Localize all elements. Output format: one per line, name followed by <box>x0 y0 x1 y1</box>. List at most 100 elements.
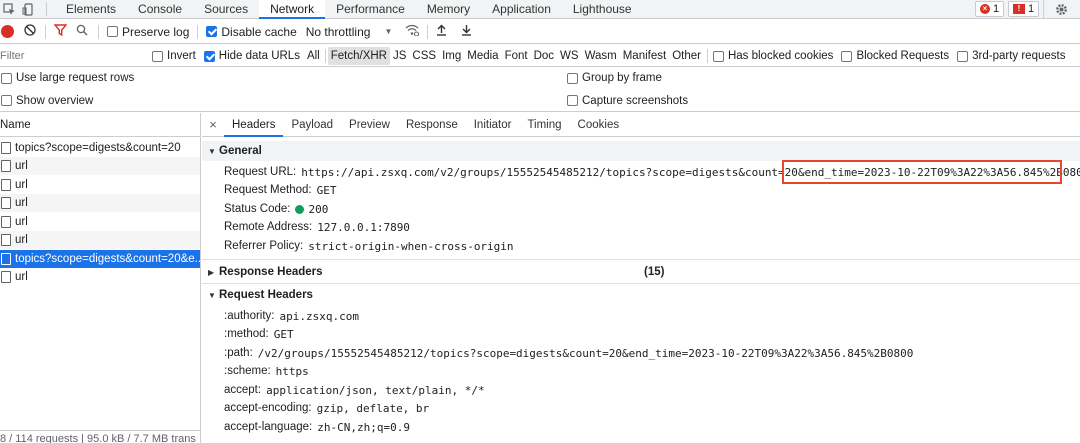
issues-count: 1 <box>1028 3 1035 15</box>
request-name: url <box>15 179 28 191</box>
checkbox-box[interactable] <box>206 26 218 37</box>
inspect-element-icon[interactable] <box>0 0 19 19</box>
filter-type-doc[interactable]: Doc <box>531 47 557 65</box>
document-icon <box>1 197 11 209</box>
request-row[interactable]: url <box>0 231 200 249</box>
checkbox-box[interactable] <box>107 26 118 37</box>
capture-screenshots-checkbox[interactable]: Capture screenshots <box>567 95 688 107</box>
request-row-selected[interactable]: topics?scope=digests&count=20&e... <box>0 250 200 268</box>
search-icon[interactable] <box>76 24 88 39</box>
show-overview-checkbox[interactable]: Show overview <box>1 95 93 107</box>
error-count-badge[interactable]: × 1 <box>975 1 1005 17</box>
header-value: GET <box>273 327 294 341</box>
disable-cache-checkbox[interactable]: Disable cache <box>206 25 297 39</box>
request-row[interactable]: url <box>0 194 200 212</box>
checkbox-box[interactable] <box>567 72 578 84</box>
filter-type-ws[interactable]: WS <box>557 47 582 65</box>
filter-type-manifest[interactable]: Manifest <box>620 47 669 65</box>
clear-icon[interactable] <box>24 24 36 39</box>
third-party-label: 3rd-party requests <box>972 50 1066 62</box>
remote-address-label: Remote Address: <box>224 221 313 233</box>
tab-cookies[interactable]: Cookies <box>570 113 628 137</box>
filter-input[interactable] <box>0 47 140 65</box>
tab-console[interactable]: Console <box>127 0 193 19</box>
filter-type-wasm[interactable]: Wasm <box>582 47 620 65</box>
request-headers-section-header[interactable]: ▼ Request Headers <box>202 285 1080 305</box>
record-icon[interactable] <box>1 25 14 38</box>
divider <box>45 24 46 39</box>
filter-type-js[interactable]: JS <box>390 47 409 65</box>
tab-preview[interactable]: Preview <box>341 113 398 137</box>
large-rows-checkbox[interactable]: Use large request rows <box>1 72 134 84</box>
request-row[interactable]: url <box>0 157 200 175</box>
group-by-frame-checkbox[interactable]: Group by frame <box>567 72 662 84</box>
blocked-cookies-checkbox[interactable]: Has blocked cookies <box>712 50 834 62</box>
hide-data-urls-checkbox[interactable]: Hide data URLs <box>203 50 300 62</box>
document-icon <box>1 160 11 172</box>
filter-type-img[interactable]: Img <box>439 47 464 65</box>
tab-elements[interactable]: Elements <box>55 0 127 19</box>
tab-performance[interactable]: Performance <box>325 0 416 19</box>
checkbox-box[interactable] <box>957 50 969 62</box>
import-har-icon[interactable] <box>436 24 447 39</box>
request-row[interactable]: url <box>0 268 200 286</box>
header-row: :method: GET <box>224 325 294 343</box>
filter-type-all[interactable]: All <box>304 47 323 65</box>
header-key: :method: <box>224 328 269 340</box>
wifi-conditions-icon[interactable] <box>405 24 420 39</box>
device-toolbar-icon[interactable] <box>19 0 38 19</box>
blocked-requests-checkbox[interactable]: Blocked Requests <box>841 50 949 62</box>
tab-sources[interactable]: Sources <box>193 0 259 19</box>
chevron-down-icon: ▼ <box>384 27 393 36</box>
network-toolbar: Preserve log Disable cache No throttling… <box>0 20 1080 44</box>
request-row[interactable]: url <box>0 213 200 231</box>
request-row[interactable]: url <box>0 176 200 194</box>
export-har-icon[interactable] <box>461 24 472 39</box>
filter-options: Invert Hide data URLs All Fetch/XHR JS C… <box>152 45 1065 67</box>
filter-type-fetch-xhr[interactable]: Fetch/XHR <box>327 47 390 65</box>
request-name: topics?scope=digests&count=20&e... <box>15 253 200 265</box>
checkbox-box[interactable] <box>841 50 853 62</box>
highlight-annotation-box <box>782 160 1062 184</box>
filter-type-font[interactable]: Font <box>502 47 531 65</box>
filter-funnel-icon[interactable] <box>53 24 68 39</box>
invert-checkbox[interactable]: Invert <box>152 50 196 62</box>
checkbox-box[interactable] <box>1 95 12 106</box>
response-headers-section-header[interactable]: ▶ Response Headers (15) <box>202 262 1080 282</box>
filter-type-media[interactable]: Media <box>464 47 501 65</box>
divider <box>98 24 99 39</box>
checkbox-box[interactable] <box>1 72 12 84</box>
tab-headers[interactable]: Headers <box>224 113 284 137</box>
blocked-requests-label: Blocked Requests <box>856 50 950 62</box>
tab-lighthouse[interactable]: Lighthouse <box>562 0 643 19</box>
tab-initiator[interactable]: Initiator <box>466 113 520 137</box>
status-ok-dot-icon <box>295 204 305 214</box>
tab-timing[interactable]: Timing <box>519 113 569 137</box>
throttling-select[interactable]: No throttling ▼ <box>306 25 393 39</box>
request-row[interactable]: topics?scope=digests&count=20 <box>0 139 200 157</box>
request-method-value: GET <box>316 183 337 197</box>
checkbox-box[interactable] <box>152 50 163 62</box>
checkbox-box[interactable] <box>567 95 578 106</box>
third-party-checkbox[interactable]: 3rd-party requests <box>957 50 1065 62</box>
tab-memory[interactable]: Memory <box>416 0 481 19</box>
checkbox-box[interactable] <box>712 50 724 62</box>
general-section-header[interactable]: ▼ General <box>202 141 1080 161</box>
header-row: accept-language: zh-CN,zh;q=0.9 <box>224 418 410 436</box>
blocked-cookies-label: Has blocked cookies <box>727 50 834 62</box>
tab-response[interactable]: Response <box>398 113 466 137</box>
issues-count-badge[interactable]: ! 1 <box>1008 1 1040 17</box>
tab-network[interactable]: Network <box>259 0 326 19</box>
tab-payload[interactable]: Payload <box>283 113 341 137</box>
filter-type-other[interactable]: Other <box>669 47 704 65</box>
name-column-header[interactable]: Name <box>0 113 200 137</box>
preserve-log-checkbox[interactable]: Preserve log <box>107 25 189 39</box>
tab-application[interactable]: Application <box>481 0 562 19</box>
filter-type-css[interactable]: CSS <box>409 47 439 65</box>
checkbox-box[interactable] <box>203 50 215 62</box>
close-icon[interactable]: × <box>202 117 224 132</box>
divider <box>197 24 199 39</box>
gear-icon[interactable] <box>1052 0 1071 19</box>
document-icon <box>1 271 11 283</box>
collapsed-triangle-icon: ▶ <box>208 267 215 277</box>
